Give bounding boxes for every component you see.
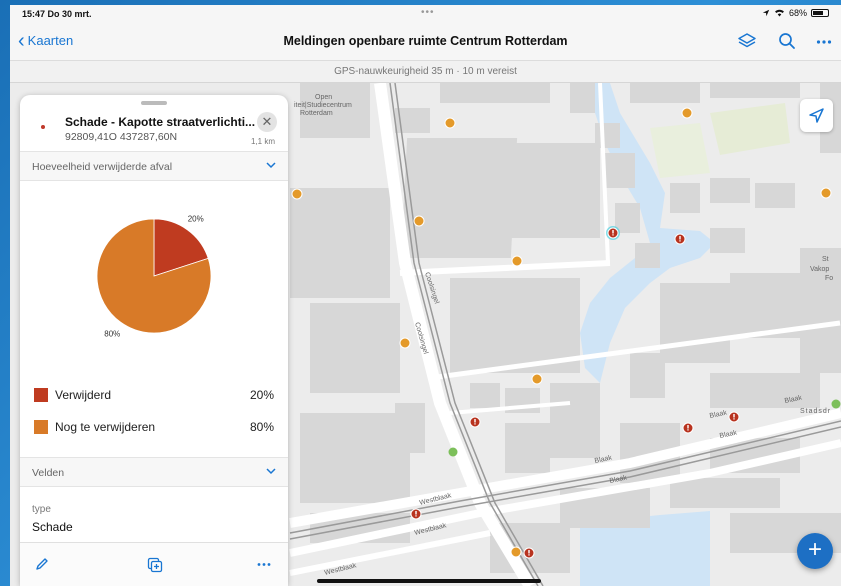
map-marker-orange[interactable] [444, 117, 456, 129]
map-marker-orange[interactable] [413, 215, 425, 227]
map-marker-orange[interactable] [511, 255, 523, 267]
map-poi-label: iteit|Studiecentrum [294, 102, 352, 109]
feature-symbol-icon [41, 125, 45, 129]
add-report-button[interactable]: + [797, 533, 833, 569]
locate-button[interactable] [800, 99, 833, 132]
legend-item: Nog te verwijderen 80% [34, 419, 274, 435]
more-icon[interactable] [257, 562, 271, 567]
district-label: Stadsdr [800, 408, 831, 415]
map-marker-red[interactable] [523, 547, 535, 559]
battery-icon [811, 9, 829, 17]
map-marker-red[interactable] [606, 226, 620, 240]
gps-accuracy-banner: GPS-nauwkeurigheid 35 m · 10 m vereist [10, 61, 841, 83]
feature-title: Schade - Kapotte straatverlichti... [65, 115, 256, 129]
map-marker-red[interactable] [728, 411, 740, 423]
map-marker-red[interactable] [682, 422, 694, 434]
park-area [650, 123, 710, 178]
tram-stop-icon [448, 447, 458, 457]
multitasking-dots-icon[interactable]: ••• [421, 7, 435, 18]
legend-swatch [34, 420, 48, 434]
date-text: Do 30 mrt. [47, 9, 92, 19]
screen: 15:47 Do 30 mrt. ••• 68% ‹ Kaarten Meldi… [10, 5, 841, 586]
legend-label: Verwijderd [55, 388, 112, 402]
feature-distance: 1,1 km [251, 137, 276, 146]
panel-toolbar [20, 542, 288, 586]
map-poi-label: Vakop [810, 266, 829, 273]
pie-slice-label: 80% [104, 329, 120, 338]
chart-section-header[interactable]: Hoeveelheid verwijderde afval [20, 151, 288, 181]
edit-pencil-icon[interactable] [35, 557, 49, 571]
map-marker-red[interactable] [410, 508, 422, 520]
legend-value: 80% [249, 420, 274, 434]
layers-icon[interactable] [737, 31, 757, 51]
pie-chart: 20% 80% [96, 215, 212, 338]
location-arrow-icon [762, 9, 770, 17]
page-title: Meldingen openbare ruimte Centrum Rotter… [283, 34, 568, 48]
status-indicators: 68% [762, 8, 829, 18]
map-marker-orange[interactable] [291, 188, 303, 200]
map-marker-orange[interactable] [531, 373, 543, 385]
home-indicator[interactable] [317, 579, 541, 583]
field-label: type [32, 504, 51, 515]
chevron-down-icon [266, 162, 276, 169]
search-icon[interactable] [777, 31, 797, 51]
plus-icon: + [807, 536, 822, 563]
map-poi-label: Fo [825, 275, 833, 282]
status-time: 15:47 Do 30 mrt. [22, 9, 92, 19]
drag-handle[interactable] [141, 101, 167, 105]
feature-popup-panel: Schade - Kapotte straatverlichti... 9280… [20, 95, 288, 586]
battery-fill [813, 11, 823, 15]
location-arrow-icon [809, 108, 824, 123]
map-poi-label: Rotterdam [300, 110, 333, 117]
duplicate-icon[interactable] [147, 557, 163, 573]
chevron-down-icon [266, 468, 276, 475]
tram-stop-icon [831, 399, 841, 409]
map-marker-red[interactable] [674, 233, 686, 245]
feature-coordinates: 92809,41O 437287,60N [65, 131, 178, 143]
legend-label: Nog te verwijderen [55, 420, 156, 434]
map-marker-orange[interactable] [681, 107, 693, 119]
pie-slice-label: 20% [188, 215, 204, 224]
legend-swatch [34, 388, 48, 402]
fields-section-label: Velden [32, 467, 65, 479]
map-poi-label: St [822, 256, 829, 263]
time-text: 15:47 [22, 9, 46, 19]
close-button[interactable]: ✕ [257, 112, 277, 132]
map-poi-label: Open [315, 94, 332, 101]
field-value: Schade [32, 520, 73, 534]
more-icon[interactable] [816, 39, 832, 45]
close-icon: ✕ [261, 114, 273, 129]
legend-value: 20% [249, 388, 274, 402]
map-marker-orange[interactable] [510, 546, 522, 558]
wifi-icon [775, 9, 784, 17]
battery-percent: 68% [788, 8, 807, 18]
navigation-bar: ‹ Kaarten Meldingen openbare ruimte Cent… [10, 23, 841, 61]
map-marker-orange[interactable] [399, 337, 411, 349]
map-marker-red[interactable] [469, 416, 481, 428]
map-marker-orange[interactable] [820, 187, 832, 199]
legend-item: Verwijderd 20% [34, 387, 274, 403]
ipad-frame: 15:47 Do 30 mrt. ••• 68% ‹ Kaarten Meldi… [0, 0, 841, 586]
status-bar: 15:47 Do 30 mrt. ••• 68% [10, 5, 841, 23]
fields-section-header[interactable]: Velden [20, 457, 288, 487]
chart-section-label: Hoeveelheid verwijderde afval [32, 161, 173, 173]
